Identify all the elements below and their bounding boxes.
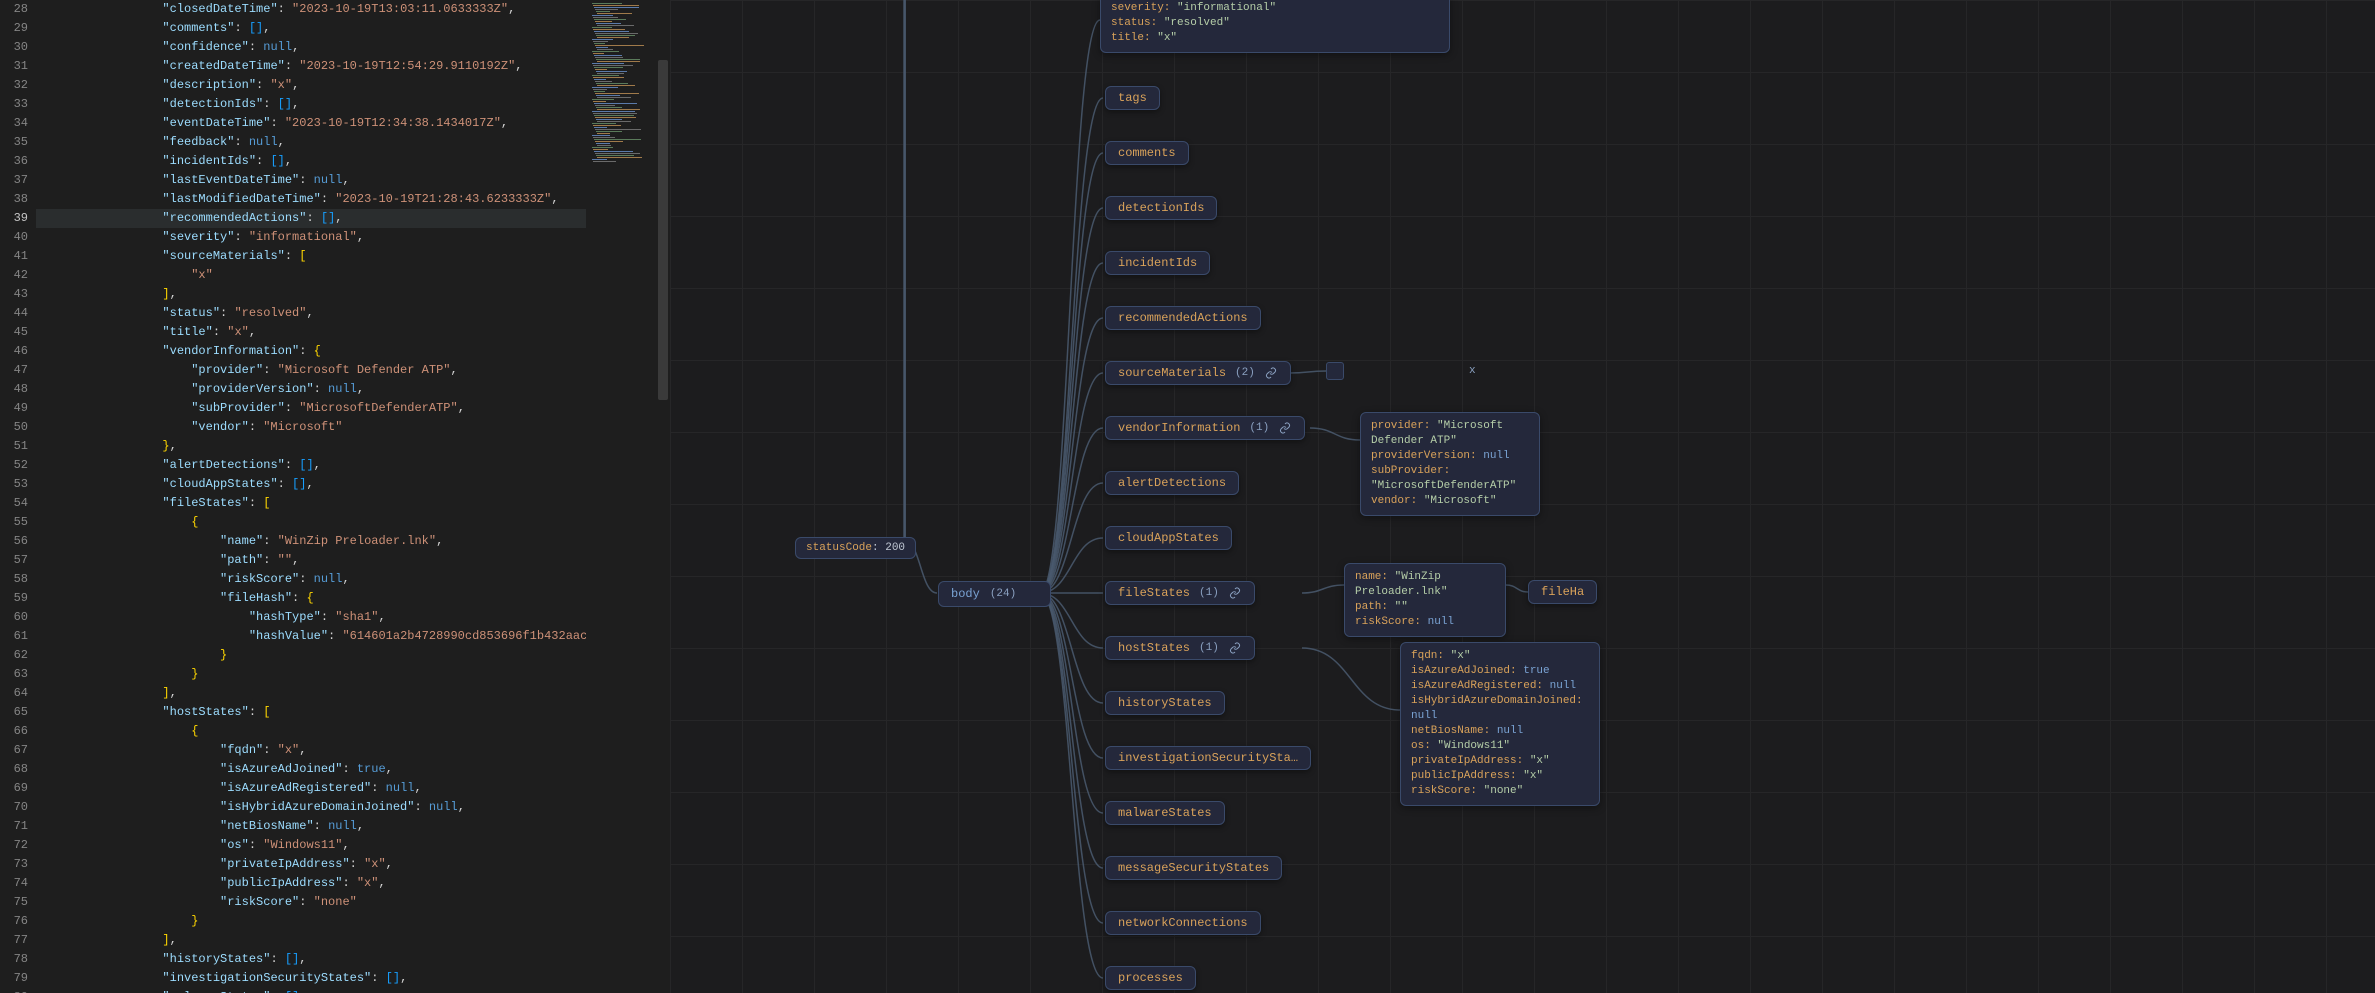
- node-label: hostStates: [1118, 641, 1190, 655]
- node-hostStates[interactable]: hostStates (1): [1105, 636, 1255, 660]
- node-label: recommendedActions: [1118, 311, 1248, 325]
- status-value: 200: [885, 542, 905, 554]
- node-networkConnections[interactable]: networkConnections: [1105, 911, 1261, 935]
- card-alert-summary[interactable]: severity: "informational"status: "resolv…: [1100, 0, 1450, 53]
- line-number-gutter: 2829303132333435363738394041424344454647…: [0, 0, 36, 993]
- link-icon: [1228, 641, 1242, 655]
- body-label: body: [951, 587, 980, 601]
- node-label: fileHa: [1541, 585, 1584, 599]
- node-detectionIds[interactable]: detectionIds: [1105, 196, 1217, 220]
- node-label: fileStates: [1118, 586, 1190, 600]
- node-count: (2): [1235, 367, 1255, 379]
- node-sourceMaterials[interactable]: sourceMaterials (2): [1105, 361, 1291, 385]
- code-content[interactable]: "closedDateTime": "2023-10-19T13:03:11.0…: [36, 0, 665, 993]
- node-fileStates[interactable]: fileStates (1): [1105, 581, 1255, 605]
- node-comments[interactable]: comments: [1105, 141, 1189, 165]
- link-icon: [1264, 366, 1278, 380]
- node-label: incidentIds: [1118, 256, 1197, 270]
- editor-scrollbar[interactable]: [656, 0, 670, 993]
- node-label: vendorInformation: [1118, 421, 1240, 435]
- card-host-state[interactable]: fqdn: "x"isAzureAdJoined: trueisAzureAdR…: [1400, 642, 1600, 806]
- link-icon: [1026, 586, 1038, 602]
- node-label: networkConnections: [1118, 916, 1248, 930]
- node-label: comments: [1118, 146, 1176, 160]
- scrollbar-thumb[interactable]: [658, 60, 668, 400]
- node-label: investigationSecuritySta…: [1118, 751, 1298, 765]
- node-body[interactable]: body (24): [938, 581, 1051, 607]
- node-tags[interactable]: tags: [1105, 86, 1160, 110]
- node-label: historyStates: [1118, 696, 1212, 710]
- node-count: (1): [1199, 642, 1219, 654]
- node-label: alertDetections: [1118, 476, 1226, 490]
- node-label: cloudAppStates: [1118, 531, 1219, 545]
- node-label: tags: [1118, 91, 1147, 105]
- node-label: detectionIds: [1118, 201, 1204, 215]
- link-icon: [1278, 421, 1292, 435]
- link-icon: [1228, 586, 1242, 600]
- node-malwareStates[interactable]: malwareStates: [1105, 801, 1225, 825]
- graph-canvas[interactable]: statusCode: 200 body (24) severity: "inf…: [670, 0, 2375, 993]
- status-key: statusCode: [806, 542, 872, 554]
- node-historyStates[interactable]: historyStates: [1105, 691, 1225, 715]
- node-label: malwareStates: [1118, 806, 1212, 820]
- node-messageSecurityStates[interactable]: messageSecurityStates: [1105, 856, 1282, 880]
- node-label: processes: [1118, 971, 1183, 985]
- node-recommendedActions[interactable]: recommendedActions: [1105, 306, 1261, 330]
- node-label: sourceMaterials: [1118, 366, 1226, 380]
- card-file-state[interactable]: name: "WinZip Preloader.lnk"path: ""risk…: [1344, 563, 1506, 637]
- code-editor[interactable]: 2829303132333435363738394041424344454647…: [0, 0, 665, 993]
- node-label: messageSecurityStates: [1118, 861, 1269, 875]
- node-alertDetections[interactable]: alertDetections: [1105, 471, 1239, 495]
- node-incidentIds[interactable]: incidentIds: [1105, 251, 1210, 275]
- node-filehash[interactable]: fileHa: [1528, 580, 1597, 604]
- tiny-label-x: x: [1469, 365, 1476, 377]
- wire-top: [904, 0, 906, 540]
- card-vendor-information[interactable]: provider: "Microsoft Defender ATP"provid…: [1360, 412, 1540, 516]
- tiny-expand-box[interactable]: [1326, 362, 1344, 380]
- node-vendorInformation[interactable]: vendorInformation (1): [1105, 416, 1305, 440]
- node-count: (1): [1249, 422, 1269, 434]
- minimap[interactable]: [586, 0, 656, 993]
- node-processes[interactable]: processes: [1105, 966, 1196, 990]
- body-count: (24): [990, 588, 1016, 600]
- node-investigationSecurityStates[interactable]: investigationSecuritySta…: [1105, 746, 1311, 770]
- node-statuscode[interactable]: statusCode: 200: [795, 537, 916, 559]
- node-cloudAppStates[interactable]: cloudAppStates: [1105, 526, 1232, 550]
- node-count: (1): [1199, 587, 1219, 599]
